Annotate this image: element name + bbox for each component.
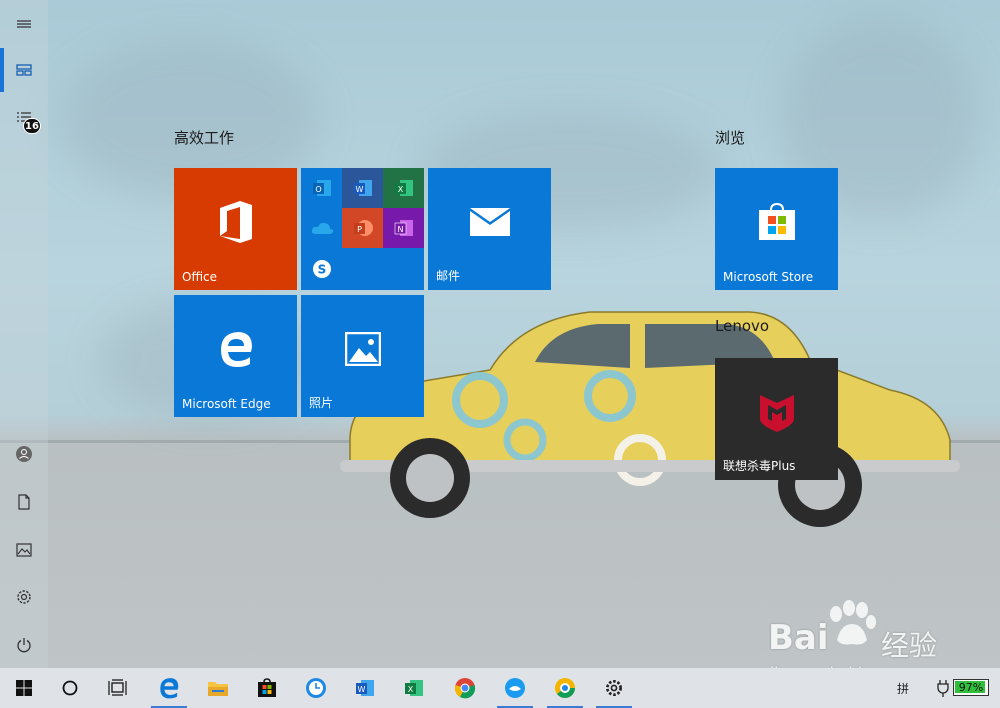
taskbar-clock-app[interactable] [292, 668, 340, 708]
chat-bubble-icon [505, 678, 525, 698]
task-view-button[interactable] [94, 668, 142, 708]
clock-icon [306, 678, 326, 698]
tile-office-apps-folder[interactable]: O W X P N S [301, 168, 424, 290]
picture-icon [16, 543, 32, 557]
chrome-icon [454, 678, 476, 699]
taskbar-word[interactable]: W [341, 668, 389, 708]
cortana-circle-icon [62, 680, 78, 696]
battery-indicator[interactable]: 97% [953, 679, 989, 696]
taskbar-excel[interactable]: X [390, 668, 438, 708]
power-icon [17, 638, 31, 653]
tile-photos[interactable]: 照片 [301, 295, 424, 417]
pinned-tiles-button[interactable] [0, 46, 48, 94]
user-account-button[interactable] [0, 430, 48, 478]
taskbar-settings[interactable] [590, 668, 638, 708]
tile-label: 联想杀毒Plus [723, 459, 796, 473]
app-count-badge: 16 [23, 118, 41, 134]
taskbar-messenger[interactable] [491, 668, 539, 708]
svg-text:W: W [355, 185, 363, 194]
taskbar-chrome[interactable] [441, 668, 489, 708]
documents-button[interactable] [0, 478, 48, 526]
svg-text:N: N [397, 225, 403, 234]
group-title-lenovo[interactable]: Lenovo [715, 317, 769, 335]
gear-icon [17, 590, 31, 604]
taskbar-browser[interactable] [541, 668, 589, 708]
ime-indicator[interactable]: 拼 [897, 680, 909, 697]
tile-label: Microsoft Store [723, 270, 814, 284]
edge-icon [160, 678, 179, 699]
word-icon: W [356, 680, 374, 696]
power-plug-icon [937, 680, 949, 697]
store-icon [258, 678, 276, 697]
svg-text:W: W [358, 685, 366, 694]
office-icon [219, 200, 252, 243]
watermark-brand: Bai [768, 618, 829, 658]
tile-label: Microsoft Edge [182, 397, 271, 411]
tile-edge[interactable]: Microsoft Edge [174, 295, 297, 417]
store-icon [758, 202, 795, 240]
paw-icon [830, 600, 876, 645]
watermark-brand-cn: 经验 [881, 629, 938, 662]
tile-microsoft-store[interactable]: Microsoft Store [715, 168, 838, 290]
tile-office[interactable]: Office [174, 168, 297, 290]
excel-icon[interactable]: X [383, 168, 424, 208]
tiles-icon [16, 64, 32, 76]
svg-text:S: S [317, 263, 326, 277]
yellow-car-image [340, 311, 960, 527]
taskbar: W X 拼 [0, 668, 1000, 708]
taskbar-file-explorer[interactable] [194, 668, 242, 708]
expand-menu-button[interactable] [0, 0, 48, 48]
skype-icon[interactable]: S [301, 249, 342, 289]
tile-lenovo-antivirus[interactable]: 联想杀毒Plus [715, 358, 838, 480]
all-apps-button[interactable] [0, 94, 48, 142]
group-title-browse[interactable]: 浏览 [715, 127, 745, 148]
word-icon[interactable]: W [342, 168, 383, 208]
mcafee-shield-icon [759, 394, 794, 432]
onedrive-icon[interactable] [301, 208, 342, 248]
photos-icon [344, 331, 381, 366]
tile-mail[interactable]: 邮件 [428, 168, 551, 290]
svg-text:P: P [357, 225, 362, 234]
taskbar-edge[interactable] [145, 668, 193, 708]
start-background [0, 0, 1000, 668]
taskbar-store[interactable] [243, 668, 291, 708]
user-icon [16, 446, 32, 462]
tile-label: 照片 [309, 396, 334, 410]
start-left-rail: 16 [0, 0, 48, 668]
group-title-productivity[interactable]: 高效工作 [174, 127, 234, 148]
svg-text:O: O [315, 185, 321, 194]
svg-text:X: X [397, 185, 403, 194]
power-button[interactable] [0, 621, 48, 669]
folder-icon [208, 682, 228, 696]
svg-text:X: X [408, 685, 414, 694]
battery-percent: 97% [958, 681, 984, 694]
windows-logo-icon [16, 680, 32, 696]
search-button[interactable] [46, 668, 94, 708]
outlook-icon[interactable]: O [301, 168, 342, 208]
edge-icon [220, 331, 252, 367]
browser-icon [555, 678, 575, 698]
powerpoint-icon[interactable]: P [342, 208, 383, 248]
settings-button[interactable] [0, 573, 48, 621]
mail-icon [469, 207, 510, 236]
onenote-icon[interactable]: N [383, 208, 424, 248]
tile-label: Office [182, 270, 218, 284]
pictures-button[interactable] [0, 526, 48, 574]
tile-label: 邮件 [436, 269, 461, 283]
task-view-icon [108, 679, 127, 696]
document-icon [18, 494, 30, 510]
hamburger-icon [17, 20, 31, 28]
excel-icon: X [405, 680, 423, 696]
gear-icon [606, 680, 622, 696]
start-button[interactable] [0, 668, 48, 708]
